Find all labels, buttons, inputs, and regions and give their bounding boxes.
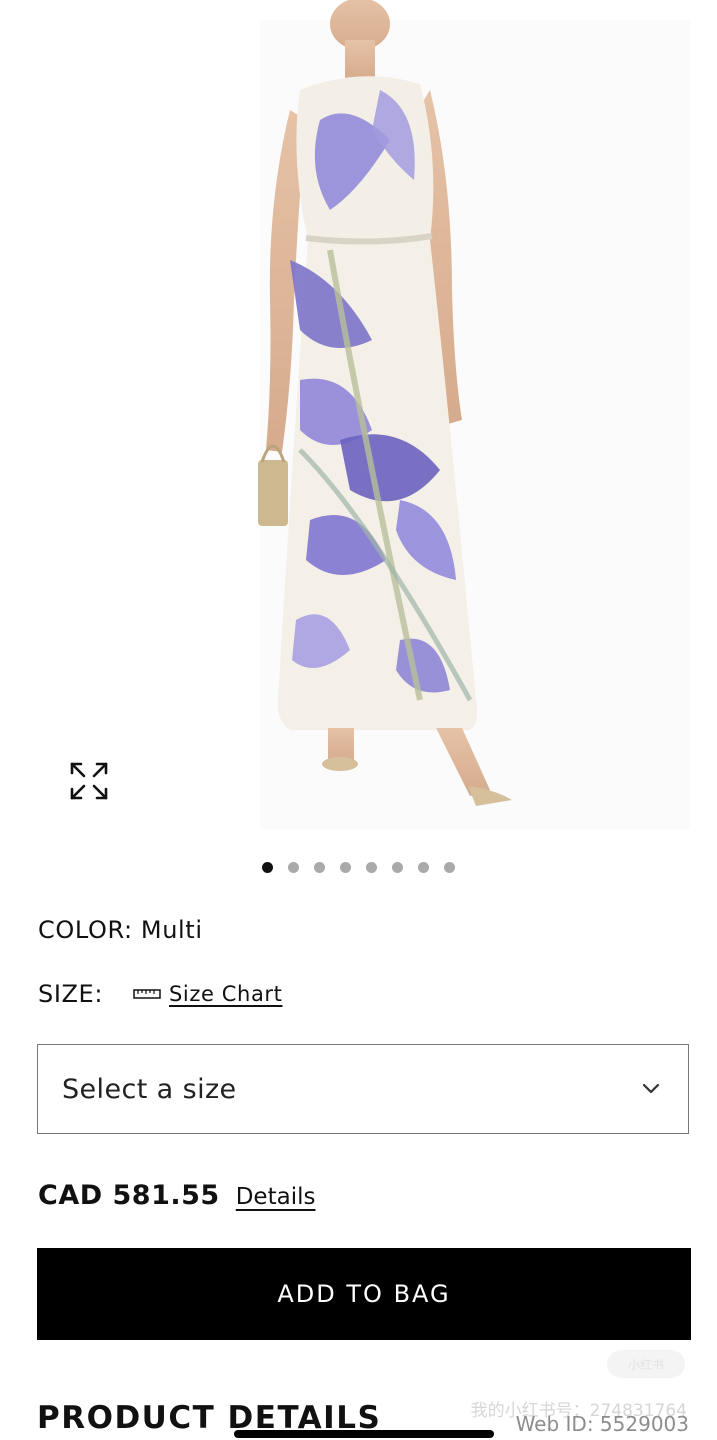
- price-details-link[interactable]: Details: [236, 1184, 316, 1210]
- carousel-dot-2[interactable]: [288, 862, 299, 873]
- web-id: Web ID: 5529003: [515, 1412, 689, 1436]
- fullscreen-expand-button[interactable]: [68, 760, 110, 802]
- size-select-value: Select a size: [62, 1073, 237, 1105]
- carousel-dot-8[interactable]: [444, 862, 455, 873]
- home-indicator[interactable]: [234, 1430, 494, 1438]
- size-chart-link[interactable]: Size Chart: [133, 982, 283, 1006]
- product-image[interactable]: [0, 0, 717, 840]
- carousel-dot-6[interactable]: [392, 862, 403, 873]
- watermark-badge: 小红书: [607, 1350, 685, 1378]
- price: CAD 581.55: [38, 1180, 220, 1211]
- image-carousel-dots: [0, 862, 717, 873]
- product-image-area[interactable]: [0, 0, 717, 840]
- size-row: SIZE: Size Chart: [38, 980, 283, 1008]
- price-row: CAD 581.55 Details: [38, 1180, 315, 1211]
- size-label: SIZE:: [38, 980, 104, 1008]
- size-chart-label[interactable]: Size Chart: [169, 982, 283, 1006]
- carousel-dot-5[interactable]: [366, 862, 377, 873]
- carousel-dot-4[interactable]: [340, 862, 351, 873]
- carousel-dot-1[interactable]: [262, 862, 273, 873]
- chevron-down-icon: [642, 1083, 660, 1094]
- color-label: COLOR:: [38, 916, 133, 944]
- color-value: Multi: [140, 916, 203, 944]
- expand-icon: [70, 762, 108, 800]
- carousel-dot-3[interactable]: [314, 862, 325, 873]
- size-select[interactable]: Select a size: [37, 1044, 689, 1134]
- ruler-icon: [133, 989, 161, 999]
- color-row: COLOR: Multi: [38, 916, 203, 944]
- carousel-dot-7[interactable]: [418, 862, 429, 873]
- add-to-bag-button[interactable]: ADD TO BAG: [37, 1248, 691, 1340]
